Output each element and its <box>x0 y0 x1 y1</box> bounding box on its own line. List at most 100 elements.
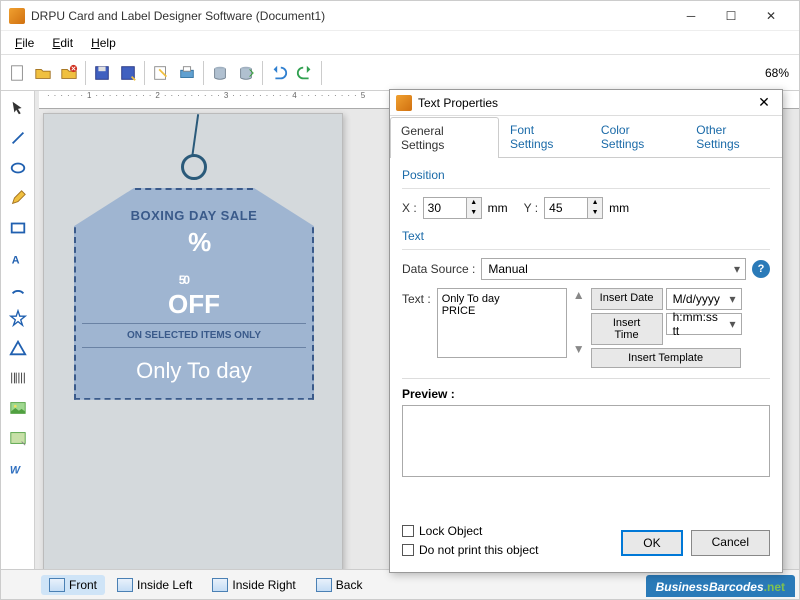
text-tool-icon[interactable]: A <box>5 245 31 271</box>
page-icon <box>49 578 65 592</box>
close-doc-icon[interactable] <box>57 61 81 85</box>
page-tab-front[interactable]: Front <box>41 575 105 595</box>
no-print-checkbox[interactable]: Do not print this object <box>402 543 538 557</box>
tag-selected-text: ON SELECTED ITEMS ONLY <box>82 323 306 348</box>
barcode-tool-icon[interactable] <box>5 365 31 391</box>
redo-icon[interactable] <box>293 61 317 85</box>
page-tab-inside-left[interactable]: Inside Left <box>109 575 200 595</box>
y-unit: mm <box>609 201 629 215</box>
menu-edit[interactable]: Edit <box>44 34 81 52</box>
print-icon[interactable] <box>175 61 199 85</box>
x-input[interactable] <box>424 201 466 215</box>
database-icon[interactable] <box>208 61 232 85</box>
tag-object[interactable]: BOXING DAY SALE 50% OFF ON SELECTED ITEM… <box>74 154 314 400</box>
tab-color-settings[interactable]: Color Settings <box>590 116 685 157</box>
menu-help[interactable]: Help <box>83 34 124 52</box>
page-icon <box>117 578 133 592</box>
preview-label: Preview : <box>402 387 770 401</box>
insert-date-button[interactable]: Insert Date <box>591 288 663 310</box>
save-icon[interactable] <box>90 61 114 85</box>
tag-only-text[interactable]: Only To day <box>82 358 306 384</box>
edit-icon[interactable] <box>149 61 173 85</box>
position-group-label: Position <box>402 168 770 182</box>
dialog-close-button[interactable]: ✕ <box>752 94 776 111</box>
minimize-button[interactable]: ─ <box>671 2 711 30</box>
saveas-icon[interactable] <box>116 61 140 85</box>
x-up-icon[interactable]: ▲ <box>467 198 481 208</box>
tag-sale-text: BOXING DAY SALE <box>82 208 306 223</box>
help-icon[interactable]: ? <box>752 260 770 278</box>
ellipse-tool-icon[interactable] <box>5 155 31 181</box>
undo-icon[interactable] <box>267 61 291 85</box>
y-spinner[interactable]: ▲▼ <box>544 197 603 219</box>
date-format-select[interactable]: M/d/yyyy <box>666 288 742 310</box>
scroll-up-icon[interactable]: ▲ <box>573 288 585 302</box>
window-title: DRPU Card and Label Designer Software (D… <box>31 9 671 23</box>
dialog-body: Position X : ▲▼ mm Y : ▲▼ mm Text Data S… <box>390 158 782 487</box>
y-label: Y : <box>524 201 538 215</box>
app-icon <box>9 8 25 24</box>
image-tool-icon[interactable] <box>5 395 31 421</box>
x-unit: mm <box>488 201 508 215</box>
wordart-tool-icon[interactable]: W <box>5 455 31 481</box>
triangle-tool-icon[interactable] <box>5 335 31 361</box>
page-tab-inside-right[interactable]: Inside Right <box>204 575 303 595</box>
tag-percent: 50% <box>82 229 306 292</box>
page-tab-back[interactable]: Back <box>308 575 371 595</box>
side-toolbar: A W <box>1 91 35 569</box>
datasource-label: Data Source : <box>402 262 475 276</box>
new-icon[interactable] <box>5 61 29 85</box>
x-spinner[interactable]: ▲▼ <box>423 197 482 219</box>
text-input[interactable]: Only To day PRICE <box>437 288 567 358</box>
x-down-icon[interactable]: ▼ <box>467 208 481 218</box>
menubar: File Edit Help <box>1 31 799 55</box>
x-label: X : <box>402 201 417 215</box>
dialog-title: Text Properties <box>418 96 498 110</box>
menu-file[interactable]: File <box>7 34 42 52</box>
scroll-down-icon[interactable]: ▼ <box>573 342 585 356</box>
tab-general-settings[interactable]: General Settings <box>390 117 499 158</box>
y-down-icon[interactable]: ▼ <box>588 208 602 218</box>
tag-off-text: OFF <box>82 294 306 315</box>
text-label: Text : <box>402 288 431 306</box>
dialog-tabs: General Settings Font Settings Color Set… <box>390 116 782 158</box>
maximize-button[interactable]: ☐ <box>711 2 751 30</box>
preview-box <box>402 405 770 477</box>
page-icon <box>316 578 332 592</box>
watermark: BusinessBarcodes.net <box>646 575 795 597</box>
zoom-level[interactable]: 68% <box>759 66 795 80</box>
star-tool-icon[interactable] <box>5 305 31 331</box>
tag-body: BOXING DAY SALE 50% OFF ON SELECTED ITEM… <box>74 188 314 400</box>
pointer-tool-icon[interactable] <box>5 95 31 121</box>
pencil-tool-icon[interactable] <box>5 185 31 211</box>
line-tool-icon[interactable] <box>5 125 31 151</box>
close-button[interactable]: ✕ <box>751 2 791 30</box>
insert-template-button[interactable]: Insert Template <box>591 348 741 368</box>
design-canvas[interactable]: BOXING DAY SALE 50% OFF ON SELECTED ITEM… <box>43 113 343 569</box>
main-toolbar: 68% <box>1 55 799 91</box>
tab-font-settings[interactable]: Font Settings <box>499 116 590 157</box>
titlebar: DRPU Card and Label Designer Software (D… <box>1 1 799 31</box>
text-group-label: Text <box>402 229 770 243</box>
dialog-icon <box>396 95 412 111</box>
dialog-titlebar[interactable]: Text Properties ✕ <box>390 90 782 116</box>
picture-tool-icon[interactable] <box>5 425 31 451</box>
open-icon[interactable] <box>31 61 55 85</box>
arc-tool-icon[interactable] <box>5 275 31 301</box>
datasource-select[interactable]: Manual <box>481 258 746 280</box>
svg-text:A: A <box>11 254 19 266</box>
time-format-select[interactable]: h:mm:ss tt <box>666 313 742 335</box>
cancel-button[interactable]: Cancel <box>691 530 770 556</box>
svg-text:W: W <box>9 464 20 476</box>
dialog-footer: Lock Object Do not print this object OK … <box>402 524 770 562</box>
tab-other-settings[interactable]: Other Settings <box>685 116 782 157</box>
lock-object-checkbox[interactable]: Lock Object <box>402 524 538 538</box>
insert-time-button[interactable]: Insert Time <box>591 313 663 345</box>
ok-button[interactable]: OK <box>621 530 682 556</box>
database-export-icon[interactable] <box>234 61 258 85</box>
y-up-icon[interactable]: ▲ <box>588 198 602 208</box>
y-input[interactable] <box>545 201 587 215</box>
text-properties-dialog: Text Properties ✕ General Settings Font … <box>389 89 783 573</box>
rect-tool-icon[interactable] <box>5 215 31 241</box>
tag-hole <box>181 154 207 180</box>
